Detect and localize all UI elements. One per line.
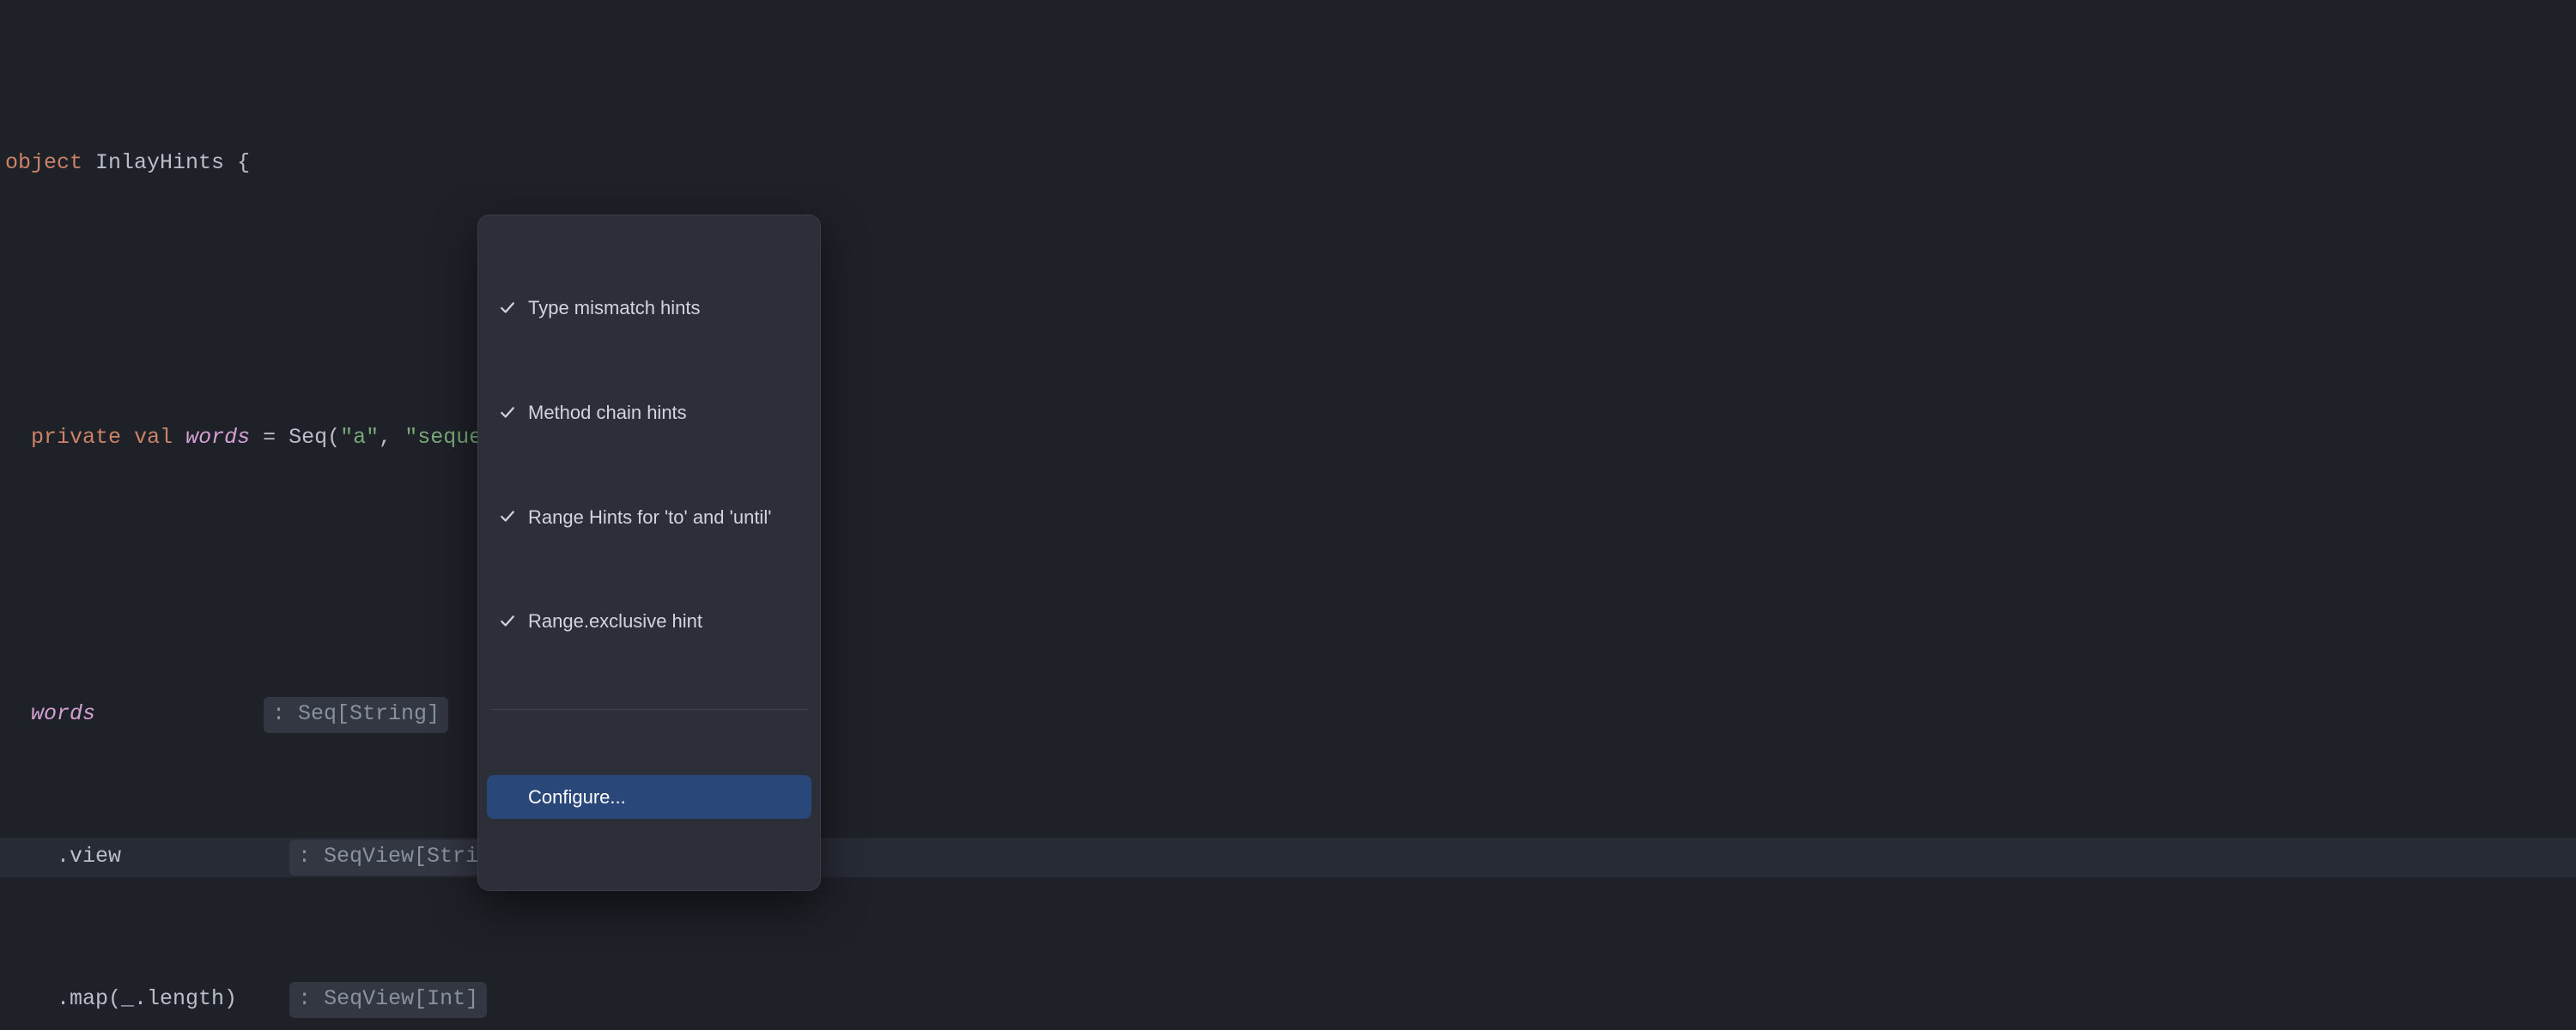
- keyword-val: val: [134, 425, 173, 450]
- inlay-hint[interactable]: : Seq[String]: [264, 697, 448, 733]
- variable-ref-words: words: [31, 701, 95, 726]
- class-name: InlayHints: [95, 150, 224, 175]
- menu-item-method-chain-hints[interactable]: Method chain hints: [487, 391, 811, 434]
- keyword-object: object: [5, 150, 82, 175]
- menu-item-label: Method chain hints: [528, 397, 799, 427]
- menu-item-range-hints[interactable]: Range Hints for 'to' and 'until': [487, 495, 811, 539]
- menu-item-label: Type mismatch hints: [528, 293, 799, 323]
- check-icon: [499, 405, 516, 421]
- inlay-hint[interactable]: : SeqView[Int]: [289, 982, 487, 1018]
- lparen: (: [327, 425, 340, 450]
- code-line[interactable]: object InlayHints {: [0, 146, 2576, 180]
- brace-open: {: [237, 150, 250, 175]
- menu-separator: [490, 709, 808, 710]
- code-line-blank[interactable]: [0, 283, 2576, 318]
- code-line[interactable]: words : Seq[String]: [0, 695, 2576, 735]
- fn-seq: Seq: [289, 425, 327, 450]
- comma: ,: [379, 425, 404, 450]
- code-line-blank[interactable]: [0, 558, 2576, 592]
- string-literal: "a": [340, 425, 379, 450]
- menu-item-label: Configure...: [528, 782, 799, 812]
- method-call: .view: [57, 844, 121, 869]
- menu-item-type-mismatch-hints[interactable]: Type mismatch hints: [487, 286, 811, 330]
- method-call: .map(_.length): [57, 986, 237, 1011]
- code-editor[interactable]: object InlayHints { private val words = …: [0, 0, 2576, 1030]
- context-menu: Type mismatch hints Method chain hints R…: [477, 215, 821, 891]
- code-line[interactable]: .map(_.length) : SeqView[Int]: [0, 980, 2576, 1020]
- code-line[interactable]: private val words = Seq("a", "sequence",…: [0, 421, 2576, 455]
- menu-item-configure[interactable]: Configure...: [487, 775, 811, 819]
- variable-words: words: [185, 425, 250, 450]
- assign: =: [250, 425, 289, 450]
- menu-item-range-exclusive-hint[interactable]: Range.exclusive hint: [487, 599, 811, 643]
- code-line-highlighted[interactable]: .view: SeqView[String]: [0, 838, 2576, 877]
- menu-item-label: Range Hints for 'to' and 'until': [528, 502, 799, 532]
- check-icon: [499, 300, 516, 316]
- keyword-private: private: [31, 425, 121, 450]
- check-icon: [499, 509, 516, 524]
- menu-item-label: Range.exclusive hint: [528, 606, 799, 636]
- check-icon: [499, 614, 516, 629]
